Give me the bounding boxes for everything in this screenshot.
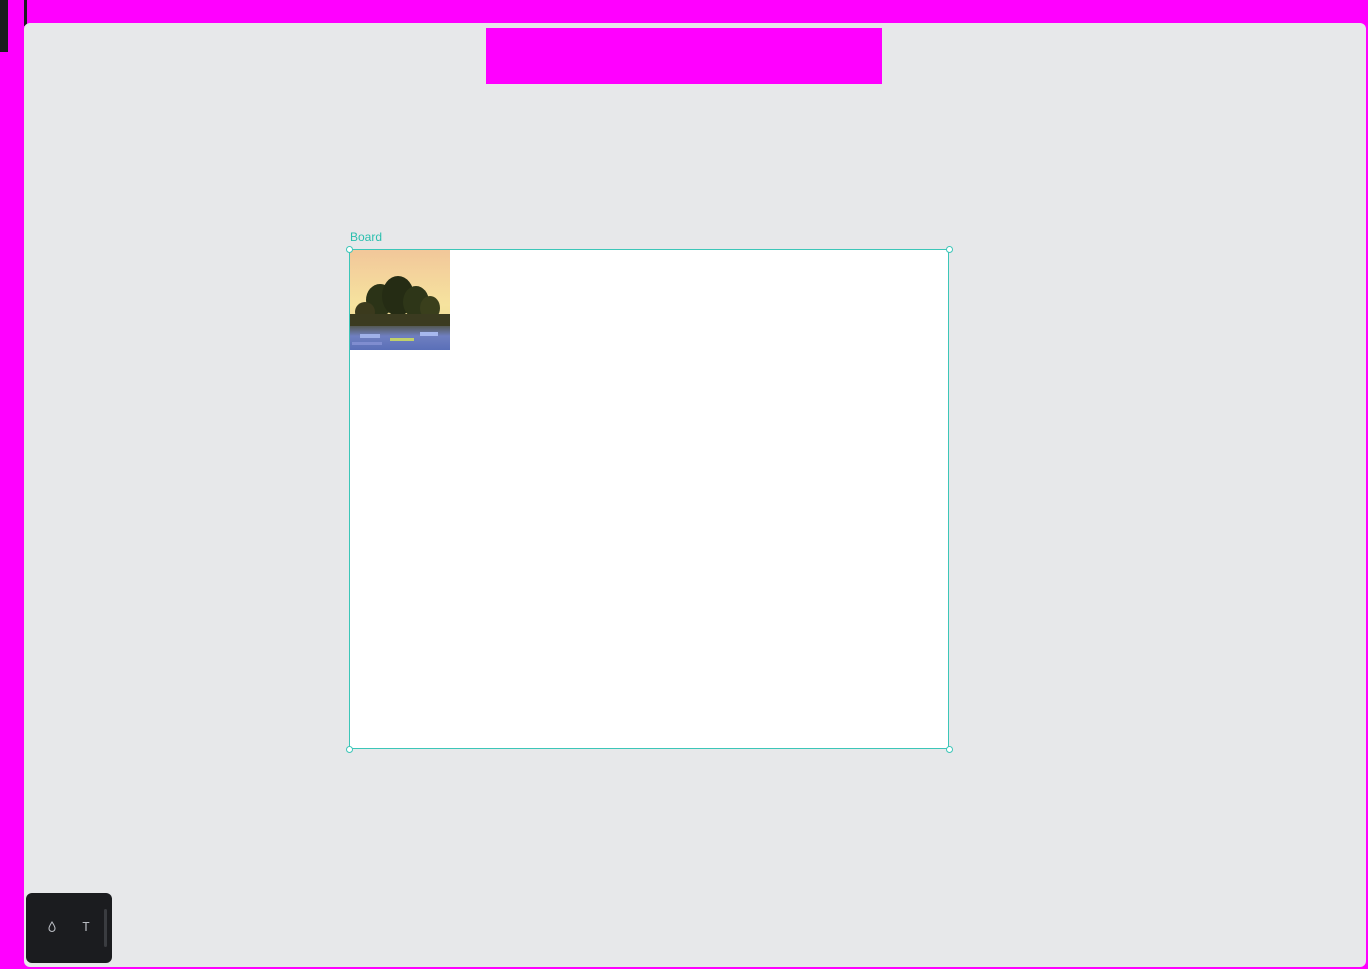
resize-handle-bottom-left[interactable] bbox=[345, 745, 353, 753]
landscape-image[interactable] bbox=[350, 250, 450, 350]
canvas-viewport[interactable]: Board T bbox=[24, 23, 1366, 967]
top-banner-placeholder bbox=[486, 28, 882, 84]
text-tool-button[interactable]: T bbox=[78, 919, 94, 935]
resize-handle-top-right[interactable] bbox=[945, 245, 953, 253]
board-frame[interactable] bbox=[345, 245, 953, 753]
text-icon: T bbox=[82, 920, 90, 934]
window-edge bbox=[0, 0, 8, 52]
landscape-image-graphic bbox=[350, 250, 450, 350]
resize-handle-bottom-right[interactable] bbox=[945, 745, 953, 753]
drop-tool-button[interactable] bbox=[44, 919, 60, 935]
toolbar-divider bbox=[104, 909, 107, 947]
resize-handle-top-left[interactable] bbox=[345, 245, 353, 253]
drop-icon bbox=[48, 921, 56, 932]
board-title[interactable]: Board bbox=[350, 230, 382, 244]
top-edge-marker bbox=[24, 0, 27, 26]
bottom-toolbar: T bbox=[26, 893, 112, 963]
